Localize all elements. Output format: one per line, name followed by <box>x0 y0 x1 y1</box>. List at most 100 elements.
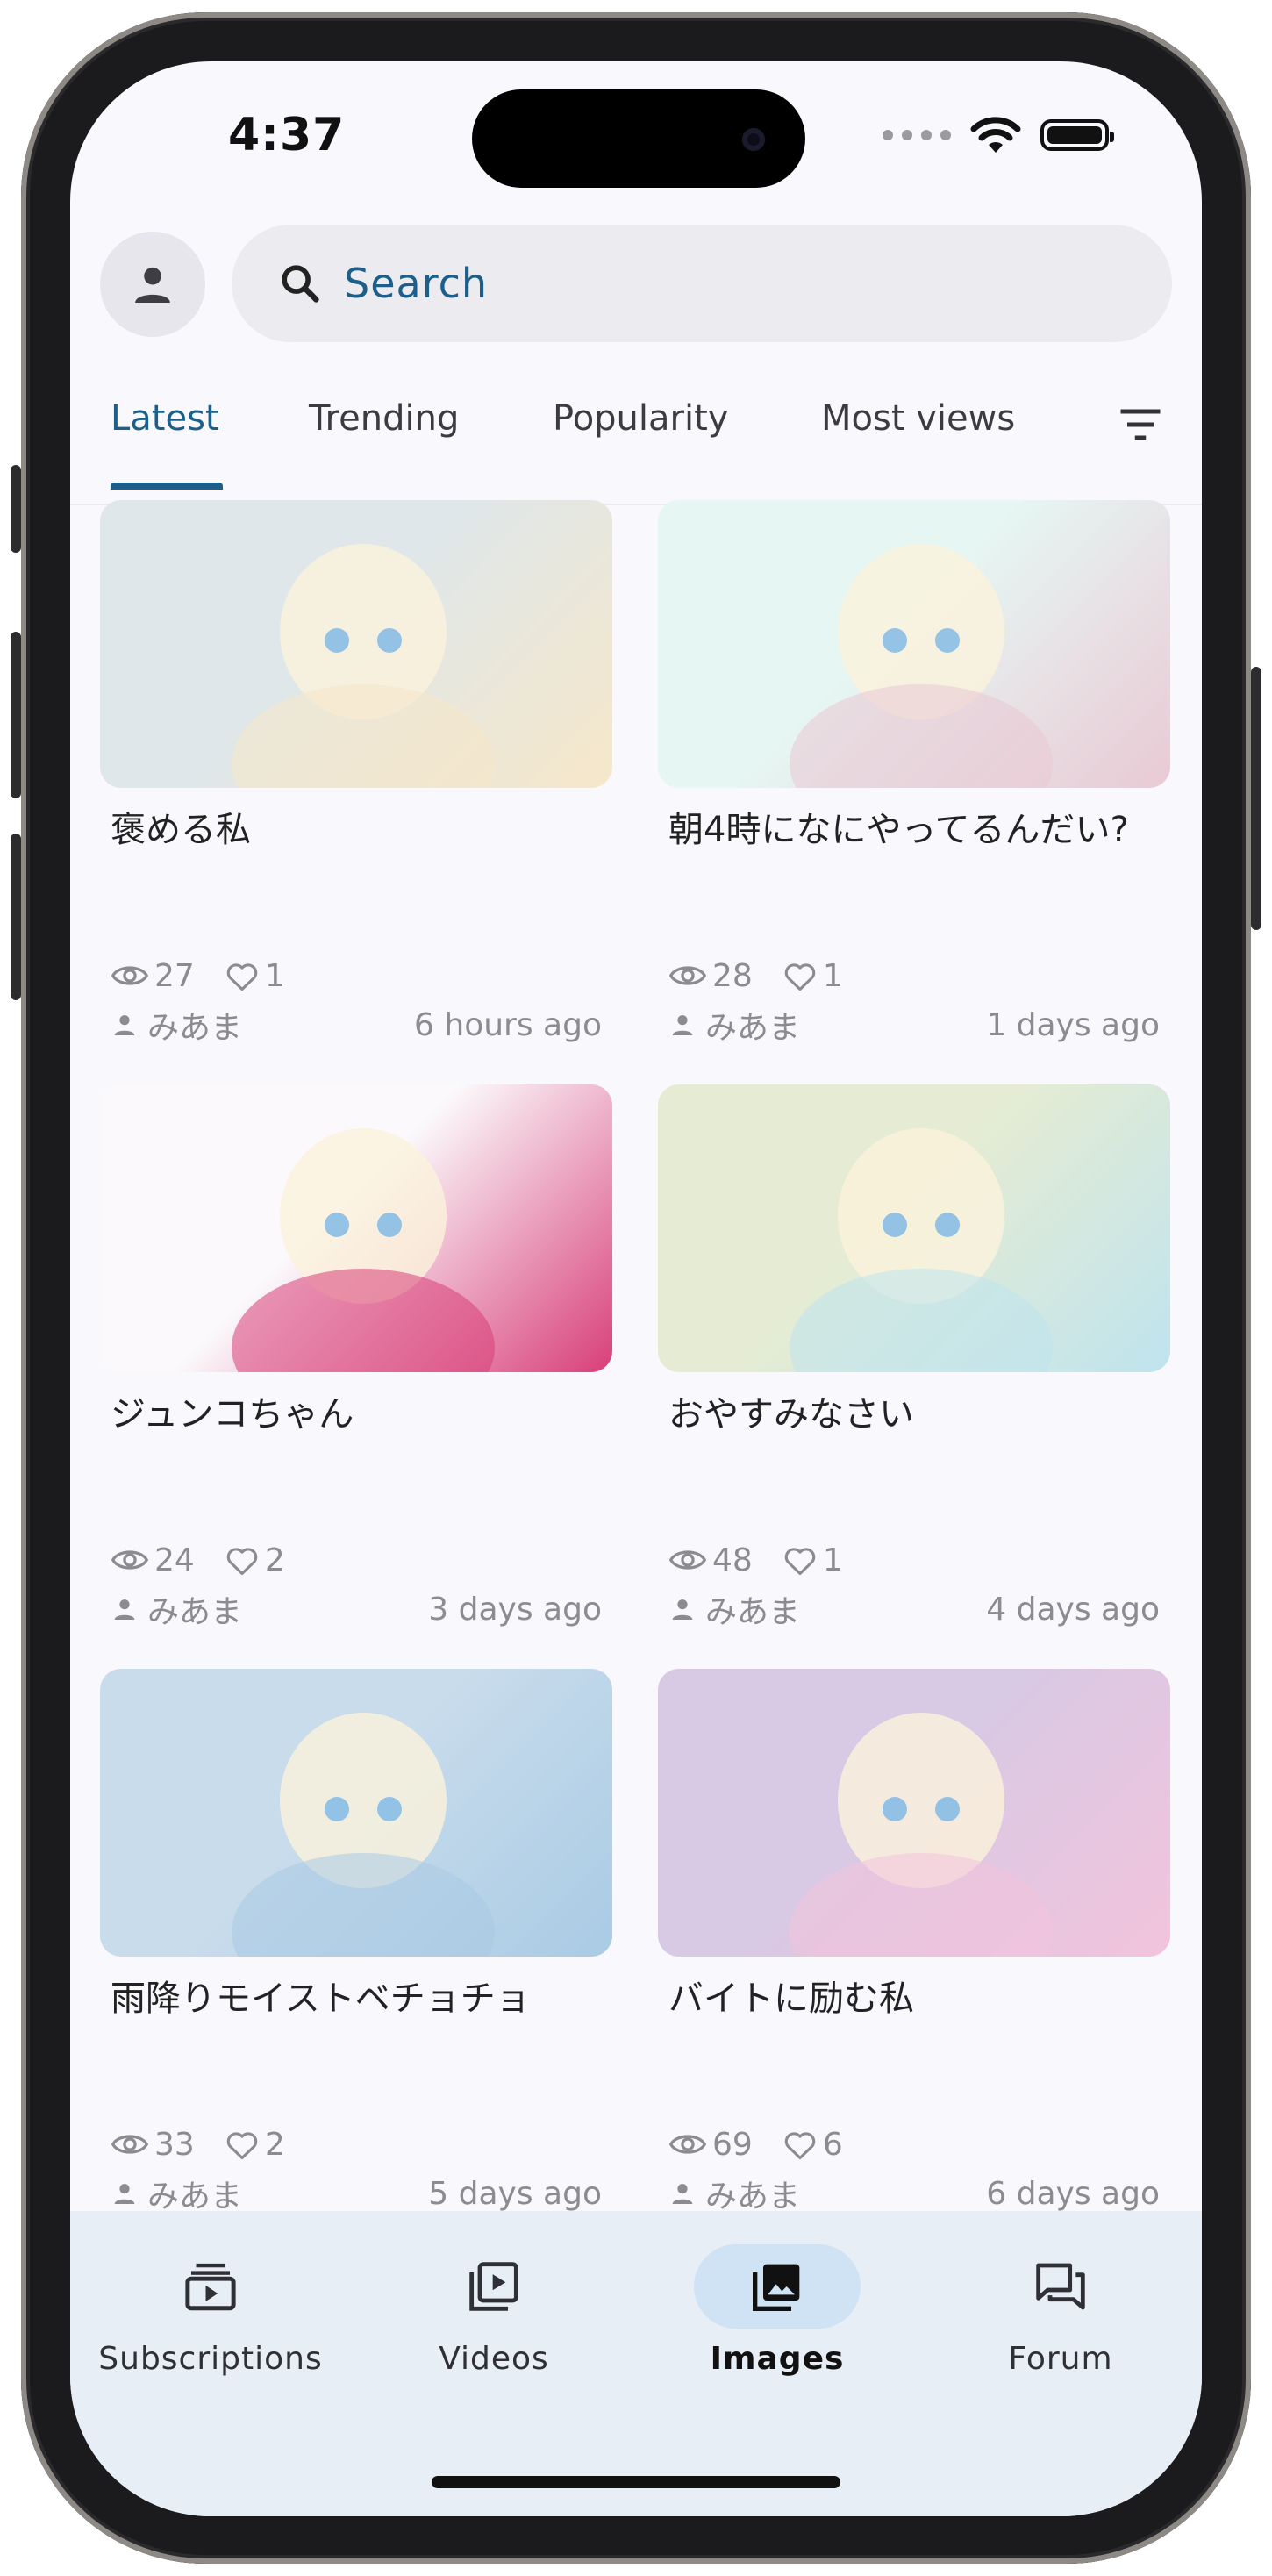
card-author[interactable]: みあま <box>668 1586 800 1632</box>
nav-label-images: Images <box>710 2341 845 2377</box>
power-button <box>1251 667 1261 930</box>
search-icon <box>275 259 325 308</box>
person-icon <box>111 1011 139 1039</box>
post-time: 6 hours ago <box>414 1006 602 1043</box>
tab-latest[interactable]: Latest <box>111 398 219 439</box>
tab-most-views[interactable]: Most views <box>821 398 1015 439</box>
image-library-icon <box>753 2264 800 2311</box>
camera-icon <box>742 128 765 151</box>
image-card[interactable]: 褒める私 27 1 みあま 6 hours ago <box>100 500 612 1048</box>
card-title: バイトに励む私 <box>668 1979 914 2019</box>
eye-icon <box>111 962 149 989</box>
person-icon <box>668 1011 697 1039</box>
view-count: 28 <box>712 957 753 994</box>
author-name: みあま <box>147 1594 243 1630</box>
subscriptions-icon <box>185 2263 236 2311</box>
card-thumbnail[interactable] <box>100 1669 612 1957</box>
image-card[interactable]: 朝4時になにやってるんだい? 28 1 みあま 1 days ago <box>658 500 1170 1048</box>
card-thumbnail[interactable] <box>100 500 612 788</box>
card-author[interactable]: みあま <box>111 2171 242 2216</box>
post-time: 3 days ago <box>428 1591 602 1628</box>
image-card[interactable]: バイトに励む私 69 6 みあま 6 days ago <box>658 1669 1170 2216</box>
image-card[interactable]: ジュンコちゃん 24 2 みあま 3 days ago <box>100 1084 612 1632</box>
card-meta: みあま 4 days ago <box>668 1586 1160 1632</box>
card-title: おやすみなさい <box>668 1394 914 1435</box>
forum-icon <box>1036 2263 1085 2310</box>
mute-switch <box>11 465 21 553</box>
card-meta: みあま 6 hours ago <box>111 1002 602 1048</box>
nav-videos[interactable]: Videos <box>362 2244 625 2377</box>
author-name: みあま <box>147 2179 243 2215</box>
account-avatar[interactable] <box>100 232 205 337</box>
card-author[interactable]: みあま <box>111 1586 242 1632</box>
card-stats: 28 1 <box>668 956 1160 995</box>
status-time: 4:37 <box>228 109 346 161</box>
person-icon <box>135 267 170 303</box>
status-icons <box>883 116 1114 154</box>
card-thumbnail[interactable] <box>658 1084 1170 1372</box>
author-name: みあま <box>705 2179 801 2215</box>
nav-subscriptions[interactable]: Subscriptions <box>79 2244 342 2377</box>
post-time: 5 days ago <box>428 2175 602 2212</box>
filter-icon[interactable] <box>1114 398 1167 451</box>
nav-forum[interactable]: Forum <box>929 2244 1192 2377</box>
home-indicator <box>432 2476 840 2488</box>
card-author[interactable]: みあま <box>668 1002 800 1048</box>
nav-active-indicator <box>694 2244 861 2329</box>
nav-label-subscriptions: Subscriptions <box>98 2341 323 2377</box>
card-author[interactable]: みあま <box>111 1002 242 1048</box>
tab-trending[interactable]: Trending <box>309 398 459 439</box>
card-stats: 24 2 <box>111 1541 602 1579</box>
eye-icon <box>111 1547 149 1573</box>
view-count: 27 <box>154 957 195 994</box>
card-meta: みあま 6 days ago <box>668 2171 1160 2216</box>
nav-images[interactable]: Images <box>646 2244 909 2377</box>
wifi-icon <box>970 117 1021 153</box>
battery-icon <box>1040 119 1114 151</box>
person-icon <box>668 1595 697 1623</box>
eye-icon <box>668 2131 707 2157</box>
card-stats: 48 1 <box>668 1541 1160 1579</box>
card-meta: みあま 5 days ago <box>111 2171 602 2216</box>
like-count: 2 <box>264 1542 285 1578</box>
nav-label-forum: Forum <box>1008 2341 1113 2377</box>
bottom-navigation: Subscriptions Videos Images Forum <box>70 2211 1202 2516</box>
post-time: 4 days ago <box>986 1591 1160 1628</box>
card-thumbnail[interactable] <box>658 500 1170 788</box>
image-card[interactable]: おやすみなさい 48 1 みあま 4 days ago <box>658 1084 1170 1632</box>
card-author[interactable]: みあま <box>668 2171 800 2216</box>
card-meta: みあま 1 days ago <box>668 1002 1160 1048</box>
view-count: 48 <box>712 1542 753 1578</box>
signal-icon <box>883 130 951 140</box>
volume-down-button <box>11 834 21 1000</box>
search-placeholder: Search <box>344 260 489 307</box>
author-name: みあま <box>705 1010 801 1046</box>
tab-popularity[interactable]: Popularity <box>553 398 728 439</box>
tab-indicator <box>111 483 223 490</box>
card-thumbnail[interactable] <box>100 1084 612 1372</box>
view-count: 69 <box>712 2126 753 2163</box>
heart-icon <box>782 960 818 991</box>
volume-up-button <box>11 632 21 798</box>
sort-tabs: Latest Trending Popularity Most views <box>70 398 1202 495</box>
search-bar[interactable]: Search <box>232 225 1172 342</box>
like-count: 2 <box>264 2126 285 2163</box>
card-title: ジュンコちゃん <box>111 1394 354 1435</box>
heart-icon <box>782 1544 818 1576</box>
image-card[interactable]: 雨降りモイストベチョチョ 33 2 みあま 5 days ago <box>100 1669 612 2216</box>
heart-icon <box>225 1544 260 1576</box>
screen: 4:37 Search Latest Trending Popularity M… <box>70 61 1202 2516</box>
person-icon <box>668 2179 697 2207</box>
card-stats: 69 6 <box>668 2125 1160 2164</box>
post-time: 6 days ago <box>986 2175 1160 2212</box>
author-name: みあま <box>705 1594 801 1630</box>
heart-icon <box>782 2129 818 2160</box>
like-count: 6 <box>822 2126 843 2163</box>
heart-icon <box>225 2129 260 2160</box>
dynamic-island <box>472 89 805 188</box>
person-icon <box>111 2179 139 2207</box>
author-name: みあま <box>147 1010 243 1046</box>
like-count: 1 <box>264 957 285 994</box>
card-title: 朝4時になにやってるんだい? <box>668 810 1129 850</box>
card-thumbnail[interactable] <box>658 1669 1170 1957</box>
